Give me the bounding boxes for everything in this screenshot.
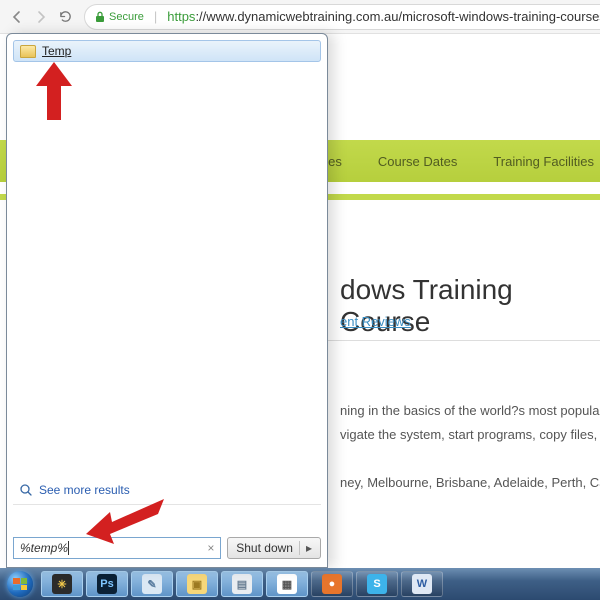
start-menu-bottom: %temp% × Shut down ▸ xyxy=(13,535,321,561)
taskbar-item-calendar[interactable]: ▦ xyxy=(266,571,308,597)
start-button[interactable] xyxy=(2,570,38,598)
shutdown-label: Shut down xyxy=(236,541,293,555)
start-menu-body: See more results xyxy=(13,62,321,535)
search-value: %temp% xyxy=(20,541,68,555)
word-icon: W xyxy=(412,574,432,594)
explorer-icon: ▣ xyxy=(187,574,207,594)
shutdown-button[interactable]: Shut down ▸ xyxy=(227,537,321,559)
browser-toolbar: Secure | https://www.dynamicwebtraining.… xyxy=(0,0,600,34)
result-label: Temp xyxy=(42,44,71,58)
annotation-arrow-bottom xyxy=(86,494,164,544)
reload-button[interactable] xyxy=(54,6,76,28)
back-button[interactable] xyxy=(6,6,28,28)
reviews-link[interactable]: ent Reviews xyxy=(340,314,411,329)
shutdown-menu-arrow[interactable]: ▸ xyxy=(299,541,312,555)
skype-icon: S xyxy=(367,574,387,594)
page-text: vigate the system, start programs, copy … xyxy=(340,426,600,444)
page-text: ney, Melbourne, Brisbane, Adelaide, Pert… xyxy=(340,474,600,492)
nav-buttons xyxy=(6,6,76,28)
secure-label: Secure xyxy=(109,11,144,23)
page-hr xyxy=(320,340,600,341)
photoshop-icon: Ps xyxy=(97,574,117,594)
taskbar-item-firefox[interactable]: ● xyxy=(311,571,353,597)
annotation-arrow-top xyxy=(32,62,76,120)
notepad-icon: ✎ xyxy=(142,574,162,594)
taskbar-item-notepad[interactable]: ✎ xyxy=(131,571,173,597)
page-text: ning in the basics of the world?s most p… xyxy=(340,402,599,420)
taskbar-item-word[interactable]: W xyxy=(401,571,443,597)
start-menu-divider xyxy=(13,504,321,505)
taskbar-item-windows-widget[interactable]: ✳ xyxy=(41,571,83,597)
clear-icon[interactable]: × xyxy=(207,541,214,555)
lock-icon: Secure xyxy=(95,11,144,23)
taskbar: ✳ Ps ✎ ▣ ▤ ▦ ● S W xyxy=(0,568,600,600)
folder-icon xyxy=(20,45,36,58)
search-result-temp[interactable]: Temp xyxy=(13,40,321,62)
taskbar-item-photoshop[interactable]: Ps xyxy=(86,571,128,597)
windows-logo-icon xyxy=(7,571,33,597)
taskbar-item-task-manager[interactable]: ▤ xyxy=(221,571,263,597)
taskbar-item-skype[interactable]: S xyxy=(356,571,398,597)
menu-item[interactable]: Training Facilities xyxy=(493,154,594,169)
task-manager-icon: ▤ xyxy=(232,574,252,594)
search-icon xyxy=(19,483,33,497)
firefox-icon: ● xyxy=(322,574,342,594)
url-divider: | xyxy=(150,9,161,24)
text-cursor xyxy=(68,541,69,555)
menu-item[interactable]: Course Dates xyxy=(378,154,457,169)
taskbar-item-explorer[interactable]: ▣ xyxy=(176,571,218,597)
windows-widget-icon: ✳ xyxy=(52,574,72,594)
calendar-icon: ▦ xyxy=(277,574,297,594)
address-bar[interactable]: Secure | https://www.dynamicwebtraining.… xyxy=(84,4,600,30)
forward-button[interactable] xyxy=(30,6,52,28)
url-text: https://www.dynamicwebtraining.com.au/mi… xyxy=(167,9,600,24)
